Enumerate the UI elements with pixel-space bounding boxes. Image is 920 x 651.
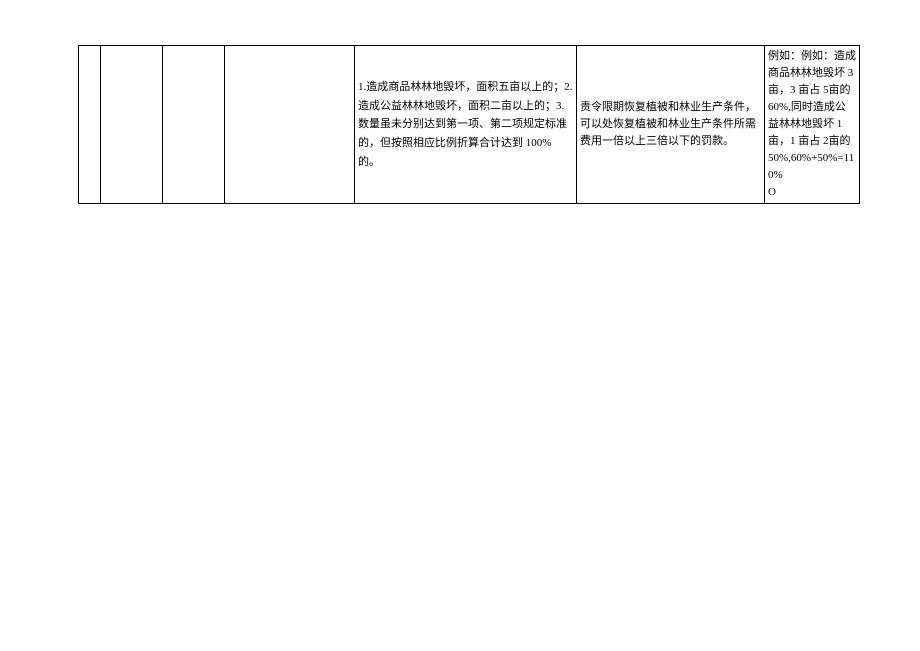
note-text-1: 例如：例如：造成商品林林地毁坏 3 亩，3 亩占 5亩的 60%,同时造成公益林… (768, 50, 856, 147)
document-table: 1.造成商品林林地毁坏，面积五亩以上的；2.造成公益林林地毁坏，面积二亩以上的；… (78, 45, 860, 204)
note-text-3: O (768, 186, 776, 198)
note-text-2: 50%,60%+50%=110% (768, 152, 854, 181)
cell-criteria: 1.造成商品林林地毁坏，面积五亩以上的；2.造成公益林林地毁坏，面积二亩以上的；… (355, 46, 577, 204)
cell-col4 (225, 46, 355, 204)
table-wrapper: 1.造成商品林林地毁坏，面积五亩以上的；2.造成公益林林地毁坏，面积二亩以上的；… (78, 45, 858, 204)
table-row: 1.造成商品林林地毁坏，面积五亩以上的；2.造成公益林林地毁坏，面积二亩以上的；… (79, 46, 860, 204)
cell-col3 (163, 46, 225, 204)
cell-penalty: 责令限期恢复植被和林业生产条件，可以处恢复植被和林业生产条件所需费用一倍以上三倍… (577, 46, 765, 204)
cell-note: 例如：例如：造成商品林林地毁坏 3 亩，3 亩占 5亩的 60%,同时造成公益林… (765, 46, 860, 204)
cell-col2 (101, 46, 163, 204)
cell-index (79, 46, 101, 204)
